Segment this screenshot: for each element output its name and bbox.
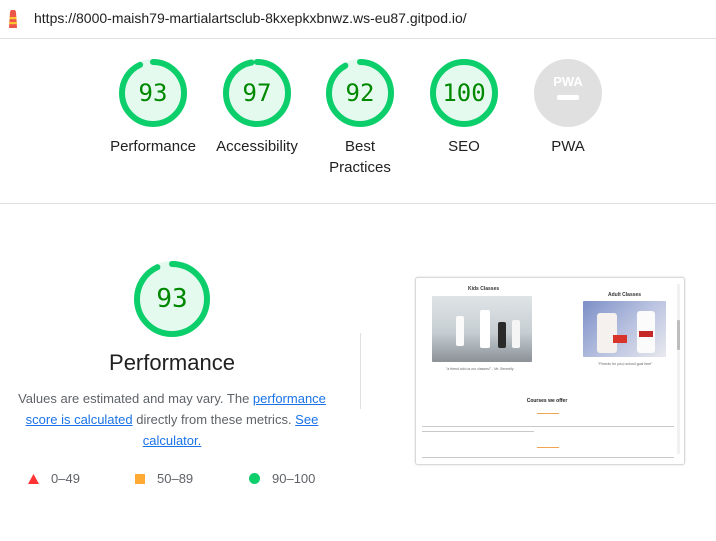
adult-class-photo [583,301,666,357]
gauge-label: Performance [110,138,196,155]
final-screenshot[interactable]: Kids Classes Adult Classes "a friend tol… [415,277,685,465]
screenshot-scrollbar[interactable] [677,284,680,454]
gauge-pwa[interactable]: PWA PWA [516,58,620,157]
section-divider [0,203,716,204]
screenshot-scrollbar-thumb[interactable] [677,320,680,350]
legend-fail: 0–49 [28,471,80,486]
performance-description: Values are estimated and may vary. The p… [14,388,330,451]
legend-average: 50–89 [135,471,193,486]
kids-classes-title: Kids Classes [468,286,500,292]
gauge-label: SEO [448,138,480,155]
circle-icon [249,473,260,484]
course-name-line [537,413,559,414]
performance-score: 93 [156,284,187,314]
gauge-label: Accessibility [216,138,298,155]
course-text-line [422,457,674,458]
legend-range: 50–89 [157,471,194,486]
square-icon [135,473,145,484]
performance-gauge: 93 [134,261,210,337]
course-text-line [422,426,674,427]
performance-title: Performance [109,350,235,375]
gauge-score: 100 [442,79,485,107]
desc-text: directly from these metrics. [132,412,296,427]
gauge-accessibility[interactable]: 97 Accessibility [205,58,309,157]
vertical-divider [360,333,361,409]
legend-range: 90–100 [272,471,316,486]
courses-heading: Courses we offer [526,398,568,404]
url-bar: https://8000-maish79-martialartsclub-8kx… [0,0,716,39]
legend-range: 0–49 [51,471,80,486]
pwa-badge-icon: PWA [534,59,602,127]
gauge-score: 92 [346,79,375,107]
score-gauges: 93 Performance 97 Accessibility 92 Best … [0,58,716,198]
gauge-ring: 97 [223,59,291,127]
pwa-badge-text: PWA [553,74,583,89]
adult-caption: "Friends for you,t school goal here" [598,362,653,366]
course-name-line [537,447,559,448]
desc-text: Values are estimated and may vary. The [18,391,253,406]
gauge-label: Best Practices [329,138,391,176]
score-legend: 0–49 50–89 90–100 [0,471,360,491]
gauge-best-practices[interactable]: 92 Best Practices [308,58,412,178]
adult-classes-title: Adult Classes [608,292,642,298]
legend-pass: 90–100 [249,471,315,486]
gauge-performance[interactable]: 93 Performance [101,58,205,157]
kids-class-photo [432,296,532,362]
page-url[interactable]: https://8000-maish79-martialartsclub-8kx… [34,10,467,26]
kids-caption: "a friend told us our classes!" - Mr. Se… [446,367,514,371]
gauge-ring: 93 [119,59,187,127]
gauge-label: PWA [551,138,585,155]
lighthouse-icon [9,10,17,28]
gauge-score: 97 [243,79,272,107]
gauge-ring: 92 [326,59,394,127]
triangle-icon [28,473,39,484]
gauge-seo[interactable]: 100 SEO [412,58,516,157]
gauge-score: 93 [139,79,168,107]
course-text-line [422,431,534,432]
gauge-ring: 100 [430,59,498,127]
